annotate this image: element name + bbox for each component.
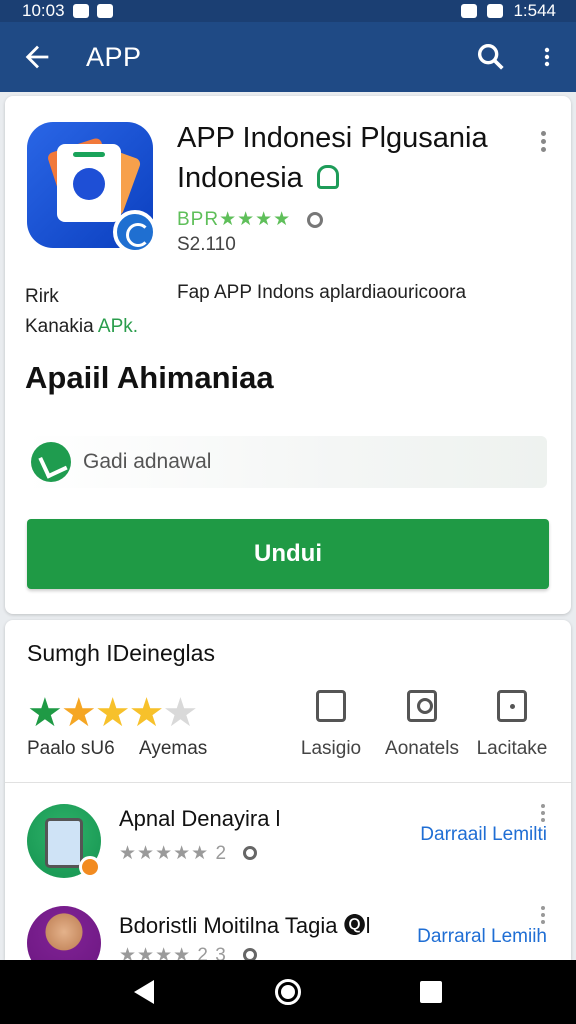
app-badge-icon [113, 210, 157, 254]
badge-icon [79, 856, 101, 878]
bookmark-icon [316, 690, 346, 722]
action-label: Lacitake [476, 738, 548, 759]
star-icon: ★ [94, 691, 131, 735]
list-item-title: Bdoristli Moitilna Tagia 🅠l [119, 913, 371, 938]
star-icon: ★ [128, 691, 165, 735]
list-item[interactable]: Apnal Denayira l ★★★★★ 2 Darraail Lemilt… [5, 800, 571, 892]
meta-line-1: Rirk [25, 286, 59, 307]
more-vert-icon[interactable] [535, 40, 559, 74]
back-arrow-icon[interactable] [20, 40, 54, 74]
nav-recents-icon[interactable] [420, 981, 442, 1003]
search-icon[interactable] [243, 846, 258, 860]
notification-icon [96, 4, 113, 18]
status-time-left: 10:03 [22, 1, 65, 20]
app-bar-title: APP [86, 42, 142, 72]
app-title: APP Indonesi Plgusania Indonesia [177, 118, 527, 198]
star-rating: ★★★★★ [27, 690, 198, 736]
rating-note: Ayemas [139, 738, 208, 759]
meta-line-2-prefix: Kanakia [25, 316, 98, 337]
nav-home-icon[interactable] [275, 979, 301, 1005]
list-item-rating-text: ★★★★★ 2 [119, 843, 228, 864]
battery-icon [487, 4, 504, 18]
apk-label[interactable]: APk. [98, 316, 138, 337]
ratings-card: Sumgh IDeineglas ★★★★★ Paalo sU6 Ayemas … [5, 620, 571, 980]
profile-icon [407, 690, 437, 722]
app-meta-left: Rirk Kanakia APk. [25, 282, 138, 342]
install-status-text: Gadi adnawal [83, 450, 212, 473]
meta-line-2: Kanakia APk. [25, 312, 138, 342]
star-icon: ★ [60, 691, 97, 735]
ratings-card-title: Sumgh IDeineglas [27, 640, 215, 666]
status-time-right: 1:544 [513, 1, 556, 20]
wifi-icon [461, 4, 478, 18]
notification-icon [72, 4, 89, 18]
app-price: S2.110 [177, 234, 236, 255]
app-rating-label: BPR★★★★ [177, 209, 292, 230]
check-icon [31, 442, 71, 482]
share-icon [497, 690, 527, 722]
divider [5, 782, 571, 783]
action-share[interactable]: Lacitake [467, 690, 557, 760]
app-rating: BPR★★★★ [177, 208, 324, 231]
install-status-row: Gadi adnawal [25, 436, 547, 488]
search-icon[interactable] [474, 40, 508, 74]
section-title: Apaiil Ahimaniaa [25, 360, 274, 395]
list-item-link[interactable]: Darraail Lemilti [420, 824, 547, 846]
list-item-title: Apnal Denayira l [119, 806, 281, 831]
install-button[interactable]: Undui [27, 519, 549, 589]
action-label: Aonatels [385, 738, 459, 759]
list-item-link[interactable]: Darraral Lemiih [417, 926, 547, 948]
action-profile[interactable]: Aonatels [377, 690, 467, 760]
app-detail-card: APP Indonesi Plgusania Indonesia BPR★★★★… [5, 96, 571, 614]
action-label: Lasigio [300, 738, 362, 759]
action-bookmark[interactable]: Lasigio [286, 690, 376, 760]
rating-count: Paalo sU6 [27, 738, 115, 759]
verified-icon [316, 165, 339, 189]
list-item-more-icon[interactable] [541, 906, 547, 926]
app-bar: APP [0, 22, 576, 92]
list-item-rating: ★★★★★ 2 [119, 842, 258, 865]
star-icon: ★ [162, 691, 198, 735]
card-more-icon[interactable] [537, 128, 549, 156]
info-icon[interactable] [307, 211, 324, 228]
list-item-more-icon[interactable] [541, 804, 547, 824]
status-bar: 10:03 1:544 [0, 0, 576, 22]
app-meta-right: Fap APP Indons aplardiaouricoora [177, 282, 467, 303]
nav-back-icon[interactable] [134, 980, 154, 1004]
system-nav-bar [0, 960, 576, 1024]
star-icon: ★ [27, 691, 63, 735]
